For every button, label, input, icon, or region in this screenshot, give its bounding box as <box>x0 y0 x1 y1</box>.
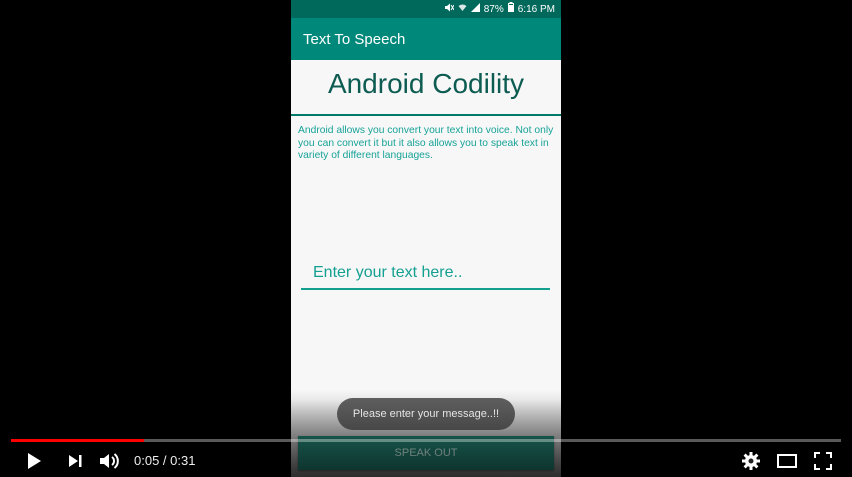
clock: 6:16 PM <box>517 3 555 15</box>
fullscreen-icon[interactable] <box>811 450 835 472</box>
brand-heading: Android Codility <box>327 68 525 99</box>
app-bar: Text To Speech <box>291 18 561 60</box>
wifi-icon <box>458 0 467 18</box>
progress-bar[interactable] <box>11 439 841 442</box>
next-icon[interactable] <box>63 450 87 472</box>
player-controls: 0:05 / 0:31 <box>0 445 852 477</box>
battery-icon <box>507 0 514 18</box>
battery-percent: 87% <box>483 3 504 15</box>
volume-icon[interactable] <box>98 450 122 472</box>
divider <box>291 114 561 116</box>
toast-message: Please enter your message..!! <box>337 398 515 430</box>
signal-icon <box>470 0 480 18</box>
play-icon[interactable] <box>22 450 46 472</box>
status-bar: 87% 6:16 PM <box>291 0 561 18</box>
phone-screen: 87% 6:16 PM Text To Speech Android Codil… <box>291 0 561 477</box>
settings-icon[interactable] <box>739 450 763 472</box>
progress-fill <box>11 439 144 442</box>
description-text: Android allows you convert your text int… <box>298 125 554 161</box>
main-content: Android Codility Android allows you conv… <box>291 60 561 477</box>
video-player[interactable]: 87% 6:16 PM Text To Speech Android Codil… <box>0 0 852 477</box>
mute-icon <box>444 0 455 18</box>
time-display: 0:05 / 0:31 <box>134 453 196 468</box>
text-input[interactable] <box>301 250 550 290</box>
app-title: Text To Speech <box>303 30 406 48</box>
theater-mode-icon[interactable] <box>775 450 799 472</box>
